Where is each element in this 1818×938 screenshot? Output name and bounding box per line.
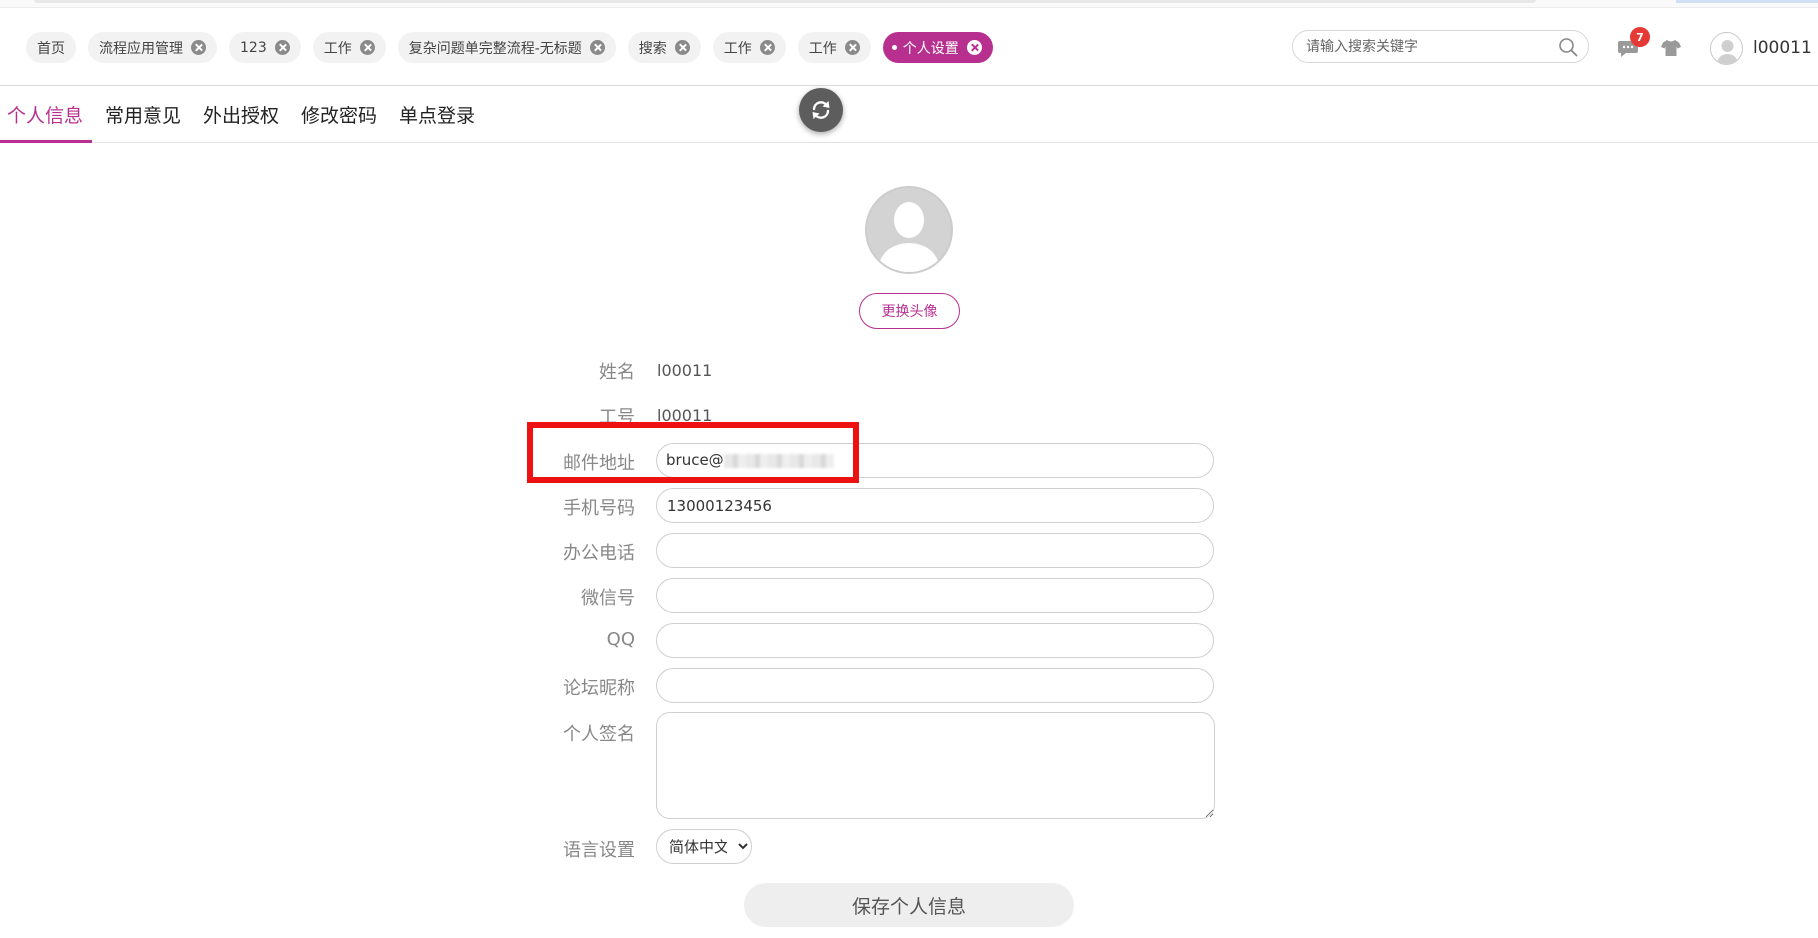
tab-label: 工作	[323, 40, 352, 57]
scroll-strip	[34, 0, 1536, 3]
tab-123[interactable]: 123	[229, 32, 301, 63]
office-phone-field[interactable]	[656, 533, 1214, 568]
tab-process-app-management[interactable]: 流程应用管理	[88, 32, 217, 63]
tab-work-1[interactable]: 工作	[312, 32, 386, 63]
tab-work-2[interactable]: 工作	[712, 32, 786, 63]
tab-label: 首页	[37, 40, 65, 57]
close-icon[interactable]	[191, 40, 206, 55]
top-strip	[0, 0, 1818, 8]
subnav-personal-info[interactable]: 个人信息	[7, 101, 83, 143]
refresh-button[interactable]	[799, 88, 843, 132]
subnav-change-password[interactable]: 修改密码	[301, 101, 377, 143]
search-icon[interactable]	[1558, 37, 1578, 57]
forum-nickname-field[interactable]	[656, 668, 1214, 703]
close-icon[interactable]	[966, 40, 982, 55]
signature-label: 个人签名	[563, 724, 635, 745]
qq-label: QQ	[606, 629, 635, 650]
qq-field[interactable]	[656, 623, 1214, 658]
tab-label: 123	[240, 39, 267, 56]
close-icon[interactable]	[844, 40, 860, 55]
tab-complex-issue-flow[interactable]: 复杂问题单完整流程-无标题	[397, 32, 616, 63]
close-icon[interactable]	[759, 40, 775, 55]
header-bar: 首页 流程应用管理 123 工作 复杂问题单完整流程-无标题 搜索 工作 工作	[0, 8, 1818, 86]
language-select[interactable]: 简体中文	[656, 829, 752, 864]
signature-textarea[interactable]	[656, 712, 1215, 819]
tab-search[interactable]: 搜索	[627, 32, 701, 63]
wechat-field[interactable]	[656, 578, 1214, 613]
theme-shirt-icon[interactable]	[1660, 38, 1682, 58]
wechat-label: 微信号	[581, 588, 635, 609]
office-phone-label: 办公电话	[563, 543, 635, 564]
settings-subnav: 个人信息 常用意见 外出授权 修改密码 单点登录	[0, 87, 1818, 143]
subnav-single-sign-on[interactable]: 单点登录	[399, 101, 475, 143]
phone-label: 手机号码	[563, 498, 635, 519]
user-silhouette-icon	[1716, 40, 1739, 64]
tab-label: 工作	[808, 40, 837, 57]
profile-avatar	[865, 186, 953, 274]
tab-label: 流程应用管理	[99, 40, 183, 57]
tab-label: 复杂问题单完整流程-无标题	[408, 40, 582, 57]
change-avatar-button[interactable]: 更换头像	[859, 293, 960, 329]
phone-field[interactable]	[656, 488, 1214, 523]
language-label: 语言设置	[563, 840, 635, 861]
forum-nickname-label: 论坛昵称	[563, 678, 635, 699]
close-icon[interactable]	[589, 40, 605, 55]
user-avatar[interactable]	[1710, 32, 1743, 65]
active-dot-icon	[891, 45, 897, 50]
tab-label: 搜索	[638, 40, 667, 57]
name-label: 姓名	[599, 362, 635, 383]
save-profile-button[interactable]: 保存个人信息	[744, 883, 1074, 927]
user-silhouette-icon	[867, 188, 951, 272]
active-tab-underline	[0, 140, 92, 143]
name-value: l00011	[657, 361, 713, 380]
current-username[interactable]: l00011	[1753, 38, 1812, 58]
search-box	[1292, 30, 1589, 63]
tab-work-3[interactable]: 工作	[797, 32, 871, 63]
close-icon[interactable]	[274, 40, 290, 55]
tab-label: 工作	[723, 40, 752, 57]
tab-label: 个人设置	[902, 40, 959, 57]
subnav-out-authorization[interactable]: 外出授权	[203, 101, 279, 143]
close-icon[interactable]	[359, 40, 375, 55]
top-strip-accent	[1676, 0, 1818, 3]
close-icon[interactable]	[674, 40, 690, 55]
notification-badge: 7	[1630, 27, 1650, 47]
tab-personal-settings[interactable]: 个人设置	[882, 32, 993, 63]
open-tabs: 首页 流程应用管理 123 工作 复杂问题单完整流程-无标题 搜索 工作 工作	[26, 32, 993, 63]
subnav-common-opinions[interactable]: 常用意见	[105, 101, 181, 143]
email-highlight-annotation	[527, 422, 859, 483]
search-input[interactable]	[1306, 36, 1546, 58]
tab-home[interactable]: 首页	[26, 32, 76, 63]
refresh-icon	[812, 101, 830, 119]
